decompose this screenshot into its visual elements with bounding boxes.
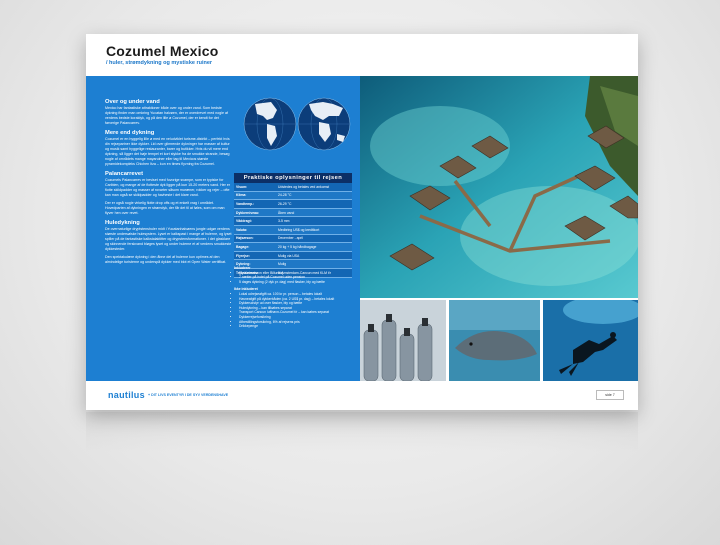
fact-value: 3-5 mm	[276, 216, 352, 226]
table-row: Højsæson: December - april	[234, 234, 352, 244]
list-item: 5 dages dykning (2 dyk pr. dag) med flas…	[239, 280, 354, 285]
table-row: Visum: Udstedes og betales ved ankomst	[234, 183, 352, 192]
fact-label: Dykkerniveau:	[234, 208, 276, 218]
section-body: Cozumels Palancarrev er beviset med fuvo…	[105, 178, 231, 197]
resort-aerial-photo	[360, 76, 638, 298]
article-column: Over og under vand Mexico har fantastisk…	[105, 98, 233, 268]
section-body: Der er også nogle virkelig flotte drop o…	[105, 201, 225, 215]
table-row: Valuta: Medbring US$ og kreditkort	[234, 225, 352, 235]
fact-label: Valuta:	[234, 225, 276, 235]
extras-list: Lokal udrejseafgift ca. 100 kr pr. perso…	[234, 292, 354, 329]
section-body: Den spektakulære dykning i den åbne del …	[105, 255, 227, 264]
fact-value: Mulig via USA	[276, 251, 352, 261]
fact-label: Klima:	[234, 191, 276, 201]
list-item: Drikkepenge	[239, 324, 354, 329]
dolphin-photo	[449, 300, 540, 381]
world-map-icon	[243, 97, 351, 151]
fact-label: Højsæson:	[234, 234, 276, 244]
table-row: Klima: 24-28 °C	[234, 191, 352, 201]
fact-value: 20 kg + 5 kg håndbagage	[276, 242, 352, 252]
table-row: Bagage: 20 kg + 5 kg håndbagage	[234, 242, 352, 252]
nautilus-logo: nautilus	[108, 390, 145, 400]
diving-tanks-photo	[360, 300, 446, 381]
page-title: Cozumel Mexico	[106, 43, 219, 59]
section-heading: Huledykning	[105, 220, 140, 226]
fact-label: Bagage:	[234, 242, 276, 252]
table-row: Våddragt: 3-5 mm	[234, 216, 352, 226]
price-info-column: Inkluderer Fly København eller Billund-A…	[234, 264, 354, 332]
footer-tagline: + DIT LIVS EVENTYR I DE SYV VERDENSHAVE	[148, 393, 229, 397]
page-footer: nautilus + DIT LIVS EVENTYR I DE SYV VER…	[86, 381, 638, 410]
brochure-spread: Cozumel Mexico / huler, strømdykning og …	[86, 34, 638, 410]
fact-label: Våddragt:	[234, 216, 276, 226]
section-body: Cozumel er en hyggelig lille ø med en ve…	[105, 137, 230, 166]
table-row: Vandtemp.: 26-29 °C	[234, 199, 352, 209]
fact-value: Udstedes og betales ved ankomst	[276, 183, 352, 192]
page-reflection	[86, 412, 638, 452]
section-body: De overnaturlige dryptstenshuler midt i …	[105, 227, 232, 251]
diver-photo	[543, 300, 638, 381]
section-heading: Mere end dykning	[105, 130, 155, 136]
table-row: Flyrejse: Mulig via USA	[234, 251, 352, 261]
facts-title: Praktiske oplysninger til rejsen	[234, 173, 352, 183]
section-heading: Over og under vand	[105, 99, 160, 105]
fact-value: Åben vand	[276, 208, 352, 218]
table-row: Dykkerniveau: Åben vand	[234, 208, 352, 218]
includes-list: Fly København eller Billund-Amsterdam-Ca…	[234, 271, 354, 285]
page-subtitle: / huler, strømdykning og mystiske ruiner	[106, 60, 213, 66]
fact-value: December - april	[276, 234, 352, 244]
fact-label: Vandtemp.:	[234, 199, 276, 209]
fact-label: Flyrejse:	[234, 251, 276, 261]
page-number: side 7	[596, 390, 624, 400]
section-body: Mexico har fantastiske attraktioner både…	[105, 106, 228, 125]
section-heading: Palancarrevet	[105, 171, 144, 177]
fact-value: 26-29 °C	[276, 199, 352, 209]
fact-value: Medbring US$ og kreditkort	[276, 225, 352, 235]
fact-label: Visum:	[234, 183, 276, 192]
fact-value: 24-28 °C	[276, 191, 352, 201]
